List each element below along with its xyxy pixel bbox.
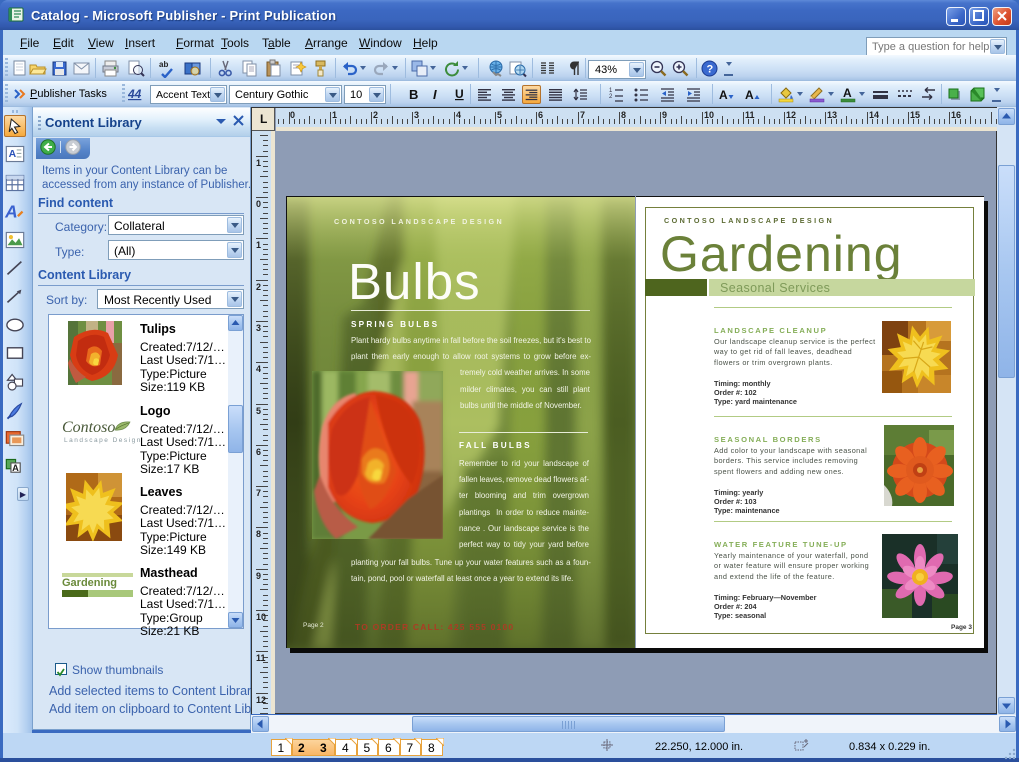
svg-text:I: I	[433, 87, 437, 102]
svg-text:A: A	[745, 88, 754, 102]
svg-text:44: 44	[128, 87, 142, 101]
svg-text:A: A	[719, 88, 728, 102]
svg-text:B: B	[409, 87, 418, 102]
svg-text:A: A	[9, 149, 17, 160]
svg-text:?: ?	[707, 64, 714, 76]
svg-text:U: U	[455, 87, 464, 101]
svg-text:2: 2	[609, 94, 613, 100]
svg-text:ab: ab	[159, 60, 168, 69]
svg-text:A: A	[12, 463, 19, 473]
svg-text:A: A	[843, 86, 852, 100]
svg-text:A: A	[4, 201, 18, 221]
